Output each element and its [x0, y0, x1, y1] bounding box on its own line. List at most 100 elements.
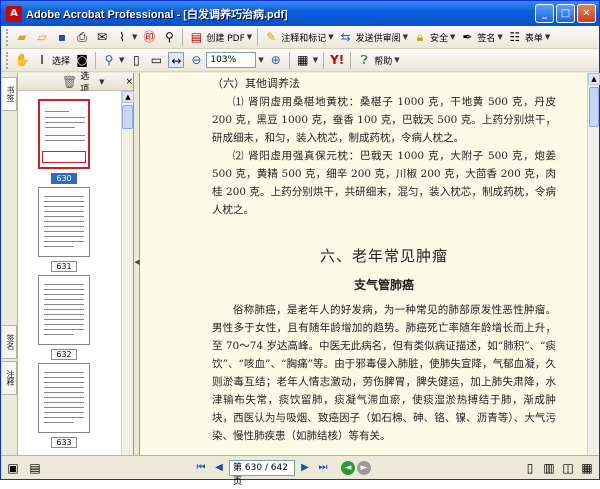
help-button[interactable]: ❓︎ 帮助 ▼ — [354, 51, 401, 70]
section-title: 支气管肺癌 — [353, 278, 414, 292]
maximize-button[interactable]: □ — [556, 4, 575, 23]
trash-icon[interactable]: 🗑︎ — [62, 74, 77, 90]
chevron-down-icon: ▼ — [132, 33, 138, 41]
chevron-down-icon[interactable]: ▼ — [99, 78, 104, 86]
window-title: Adobe Acrobat Professional - [白发调养巧治病.pd… — [26, 8, 288, 21]
fit-page-icon: ▭ — [150, 53, 163, 67]
page-thumbnail[interactable] — [38, 99, 90, 169]
tab-comments[interactable]: 注释 — [2, 361, 17, 395]
forms-label: 表单 — [524, 33, 543, 44]
scroll-up-arrow[interactable]: ▲ — [588, 73, 600, 85]
stamp-icon: ㊞ — [143, 30, 156, 44]
text-cursor-icon: I — [40, 53, 44, 67]
create-pdf-button[interactable]: ▤ 创建 PDF ▼ — [186, 28, 254, 47]
open-button[interactable]: ▰ — [12, 28, 32, 47]
sign-button[interactable]: ✒ 签名 ▼ — [457, 28, 504, 47]
document-view[interactable]: （六）其他调养法 ⑴ 肾阴虚用桑椹地黄枕：桑椹子 1000 克，干地黄 500 … — [140, 73, 587, 455]
tab-signatures[interactable]: 签名 — [2, 325, 17, 359]
hand-tool-button[interactable]: ✋ — [12, 51, 32, 70]
find-button[interactable]: ⚲ — [159, 28, 179, 47]
folder-icon: ▱ — [37, 30, 47, 44]
first-page-button[interactable]: ⏮ — [193, 460, 209, 476]
comment-markup-label: 注释和标记 — [281, 33, 327, 44]
acrobat-app-icon: A — [6, 5, 22, 22]
next-page-button[interactable]: ▶ — [297, 460, 313, 476]
previous-page-button[interactable]: ◀ — [211, 460, 227, 476]
chevron-down-icon: ▼ — [328, 33, 334, 41]
forms-button[interactable]: ☷ 表单 ▼ — [505, 28, 552, 47]
tab-bookmarks[interactable]: 书签 — [2, 77, 17, 111]
show-panel-icon[interactable]: ▣ — [5, 460, 21, 476]
snapshot-button[interactable]: ◙ — [72, 51, 92, 70]
scroll-thumb[interactable] — [589, 87, 599, 127]
panel-header: 🗑︎ 选项 ▼ × — [18, 72, 133, 95]
search-web-button[interactable]: ㊞ — [139, 28, 159, 47]
minimize-button[interactable]: _ — [535, 4, 554, 23]
fit-width-button[interactable]: ↔ — [166, 51, 186, 70]
page-thumbnail[interactable] — [38, 187, 90, 257]
chevron-down-icon: ▼ — [402, 33, 408, 41]
page-number-label: 630 — [51, 173, 77, 184]
continuous-facing-icon[interactable]: ▦ — [579, 460, 595, 476]
continuous-icon[interactable]: ▥ — [541, 460, 557, 476]
page-thumbnail[interactable] — [38, 275, 90, 345]
document-scrollbar[interactable]: ▲ — [587, 73, 600, 455]
organizer-button[interactable]: ▱ — [32, 28, 52, 47]
next-view-button[interactable]: ► — [357, 460, 371, 475]
zoom-in-button[interactable]: ⊕ — [266, 51, 286, 70]
camera-icon: ◙ — [76, 53, 88, 67]
zoom-out-button[interactable]: ⊖ — [186, 51, 206, 70]
send-review-label: 发送供审阅 — [355, 33, 401, 44]
page-number-field[interactable]: 第 630 / 642 页 — [229, 459, 295, 487]
scroll-up-arrow[interactable]: ▲ — [122, 91, 134, 103]
page-thumbnail[interactable] — [38, 363, 90, 433]
page-number-label: 633 — [51, 437, 77, 448]
zoom-dropdown-button[interactable]: ▼ — [256, 51, 265, 70]
actual-size-button[interactable]: ▯ — [126, 51, 146, 70]
fit-page-button[interactable]: ▭ — [146, 51, 166, 70]
paragraph: 俗称肺癌，是老年人的好发病，为一种常见的肺部原发性恶性肿瘤。男性多于女性，且有随… — [212, 304, 556, 442]
security-label: 安全 — [430, 33, 449, 44]
thumbnails-scrollbar[interactable]: ▲ — [121, 91, 134, 455]
send-review-icon: ⇆ — [340, 30, 351, 44]
panel-close-button[interactable]: × — [125, 77, 133, 87]
attach-button[interactable]: ⌇ ▼ — [112, 28, 139, 47]
zoom-level-field[interactable]: 103% — [206, 52, 257, 68]
fit-width-icon: ↔ — [168, 52, 185, 68]
save-button[interactable]: ▪ — [52, 28, 72, 47]
toolbar-separator — [350, 51, 352, 69]
pen-icon: ✒ — [462, 30, 473, 44]
facing-icon[interactable]: ◫ — [560, 460, 576, 476]
toolbar-grip[interactable] — [6, 51, 9, 69]
scroll-thumb[interactable] — [122, 105, 133, 129]
page-layout-button[interactable]: ▦ ▼ — [293, 51, 320, 70]
page-number-label: 631 — [51, 261, 77, 272]
previous-view-button[interactable]: ◄ — [341, 460, 355, 475]
toolbar-grip[interactable] — [6, 28, 9, 46]
zoom-tool-button[interactable]: ⚲ ▼ — [99, 51, 126, 70]
envelope-icon: ✉ — [96, 30, 108, 44]
send-review-button[interactable]: ⇆ 发送供审阅 ▼ — [336, 28, 410, 47]
lock-icon: 🔒︎ — [416, 30, 424, 44]
paperclip-icon: ⌇ — [119, 30, 125, 44]
last-page-button[interactable]: ⏭ — [315, 460, 331, 476]
chevron-down-icon: ▼ — [497, 33, 503, 41]
title-bar[interactable]: A Adobe Acrobat Professional - [白发调养巧治病.… — [1, 1, 599, 26]
form-icon: ☷ — [509, 30, 521, 44]
print-button[interactable]: ⎙ — [72, 28, 92, 47]
yahoo-button[interactable]: Y! — [327, 51, 347, 70]
page-size-icon[interactable]: ▤ — [27, 460, 43, 476]
select-tool-button[interactable]: I 选择 — [32, 51, 72, 70]
minus-circle-icon: ⊖ — [191, 53, 202, 67]
single-page-icon[interactable]: ▯ — [522, 460, 538, 476]
create-pdf-icon: ▤ — [190, 30, 203, 44]
security-button[interactable]: 🔒︎ 安全 ▼ — [410, 28, 457, 47]
chevron-down-icon: ▼ — [450, 33, 456, 41]
close-button[interactable]: ✕ — [577, 4, 596, 23]
chevron-down-icon: ▼ — [544, 33, 551, 41]
email-button[interactable]: ✉ — [92, 28, 112, 47]
page-navigation: ⏮ ◀ 第 630 / 642 页 ▶ ⏭ ◄ ► — [193, 459, 371, 487]
comment-markup-button[interactable]: ✎ 注释和标记 ▼ — [261, 28, 335, 47]
subheading: （六）其他调养法 — [212, 77, 300, 90]
comment-icon: ✎ — [266, 30, 277, 44]
